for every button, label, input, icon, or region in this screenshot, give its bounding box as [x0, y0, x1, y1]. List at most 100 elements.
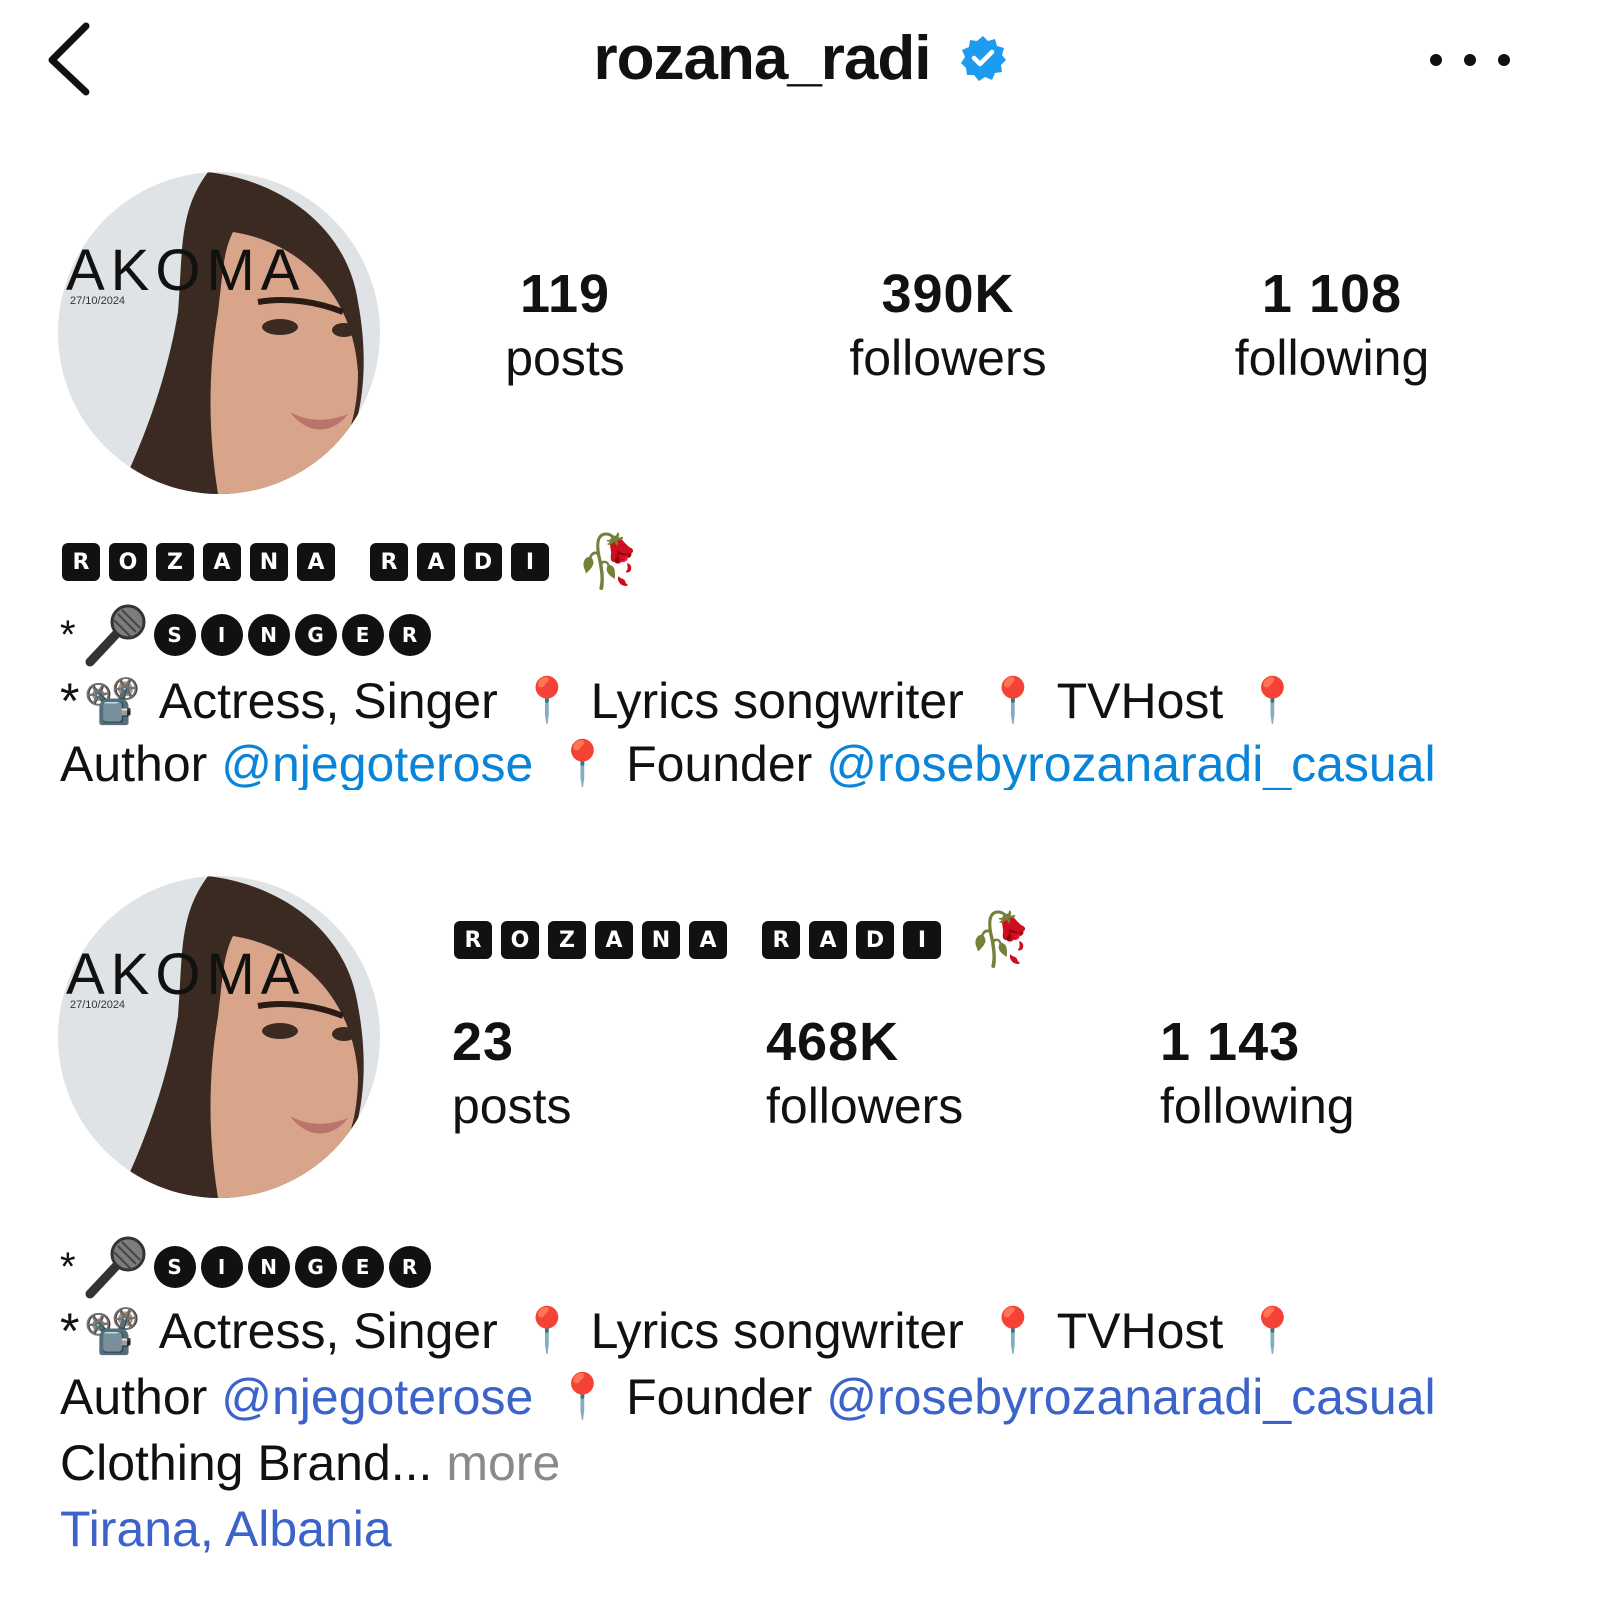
pin-icon: 📍 [555, 739, 611, 788]
bio-author: Author [60, 738, 208, 790]
following-count: 1 108 [1261, 264, 1403, 324]
followers-count: 390K [881, 264, 1015, 324]
bio-line-author: Author @njegoterose 📍 Founder @rosebyroz… [60, 738, 1436, 790]
singer-letter-circle: R [388, 1246, 431, 1288]
singer-letter-circle: S [153, 1246, 196, 1288]
avatar[interactable]: AKOMA 27/10/2024 [58, 172, 380, 494]
microphone-icon [85, 1236, 146, 1299]
bio-clothing: Clothing Brand... [60, 1435, 433, 1491]
following-label: following [1160, 1078, 1355, 1134]
bio-tvhost: TVHost [1056, 1303, 1224, 1359]
bio-line-author: Author @njegoterose 📍 Founder @rosebyroz… [60, 1364, 1436, 1430]
name-letter-tile: R [762, 921, 800, 959]
username-title: rozana_radi [593, 23, 931, 93]
avatar[interactable]: AKOMA 27/10/2024 [58, 876, 380, 1198]
pin-icon: 📍 [1245, 676, 1301, 725]
posts-label: posts [452, 1078, 572, 1134]
bio-lyrics: Lyrics songwriter [590, 673, 964, 729]
singer-letter-circle: E [341, 614, 384, 656]
name-letter-tile: D [856, 921, 894, 959]
posts-count: 119 [519, 264, 611, 324]
name-letter-tile: A [809, 921, 847, 959]
bio-star: * [60, 1303, 80, 1359]
pin-icon: 📍 [985, 676, 1041, 725]
bio-roles: Actress, Singer [158, 673, 498, 729]
bio-line-roles: * 📽️ Actress, Singer 📍 Lyrics songwriter… [60, 1298, 1316, 1364]
singer-letter-circle: R [388, 614, 431, 656]
name-letter-tile: D [464, 543, 502, 581]
followers-stat[interactable]: 390K followers [788, 262, 1108, 390]
bio-line-location: Tirana, Albania [60, 1496, 392, 1562]
projector-icon: 📽️ [83, 1305, 141, 1357]
name-letter-tile: R [370, 543, 408, 581]
name-letter-tile: Z [156, 543, 194, 581]
bio-tvhost: TVHost [1056, 673, 1224, 729]
bio-line-roles: * 📽️ Actress, Singer 📍 Lyrics songwriter… [60, 668, 1316, 734]
wilted-rose-icon: 🥀 [576, 533, 641, 591]
singer-letter-circle: I [200, 614, 243, 656]
following-stat[interactable]: 1 143 following [1160, 1010, 1480, 1138]
author-link[interactable]: @njegoterose [221, 738, 533, 790]
singer-letter-circle: I [200, 1246, 243, 1288]
name-letter-tile: A [417, 543, 455, 581]
name-letter-tile: I [511, 543, 549, 581]
singer-letter-circle: S [153, 614, 196, 656]
name-letter-tile: O [109, 543, 147, 581]
following-count: 1 143 [1160, 1012, 1301, 1072]
wilted-rose-icon: 🥀 [968, 911, 1033, 969]
name-letter-tile: A [595, 921, 633, 959]
bio-founder: Founder [626, 738, 813, 790]
followers-label: followers [766, 1078, 964, 1134]
singer-letter-circle: G [294, 614, 337, 656]
bio-line-clothing: Clothing Brand... more [60, 1430, 560, 1496]
display-name: R O Z A N A R A D I 🥀 [62, 536, 641, 588]
bio-lyrics: Lyrics songwriter [590, 1303, 964, 1359]
name-letter-tile: A [689, 921, 727, 959]
singer-letter-circle: N [247, 614, 290, 656]
name-letter-tile: R [62, 543, 100, 581]
following-stat[interactable]: 1 108 following [1172, 262, 1492, 390]
ellipsis-icon [1430, 54, 1442, 66]
pin-icon: 📍 [1245, 1306, 1301, 1355]
name-letter-tile: A [297, 543, 335, 581]
bio-founder: Founder [626, 1369, 813, 1425]
display-name: R O Z A N A R A D I 🥀 [454, 914, 1033, 966]
singer-line: * S I N G E R [60, 600, 436, 670]
posts-stat[interactable]: 23 posts [452, 1010, 772, 1138]
more-options-button[interactable] [1430, 35, 1510, 85]
singer-letter-circle: E [341, 1246, 384, 1288]
posts-count: 23 [452, 1012, 515, 1072]
projector-icon: 📽️ [83, 675, 141, 727]
poster-text: AKOMA [66, 238, 306, 303]
name-letter-tile: Z [548, 921, 586, 959]
bio-roles: Actress, Singer [158, 1303, 498, 1359]
bio-star: * [60, 612, 76, 657]
location-link[interactable]: Tirana, Albania [60, 1496, 392, 1562]
name-letter-tile: O [501, 921, 539, 959]
posts-stat[interactable]: 119 posts [405, 262, 725, 390]
poster-date: 27/10/2024 [70, 295, 125, 307]
singer-letter-circle: N [247, 1246, 290, 1288]
pin-icon: 📍 [555, 1372, 611, 1421]
posts-label: posts [505, 330, 625, 386]
verified-badge-icon [960, 36, 1006, 81]
poster-text: AKOMA [66, 942, 306, 1007]
bio-star: * [60, 673, 80, 729]
microphone-icon [85, 604, 146, 667]
more-button[interactable]: more [446, 1430, 560, 1496]
bio-author: Author [60, 1369, 208, 1425]
ellipsis-dot [1498, 54, 1510, 66]
author-link[interactable]: @njegoterose [221, 1364, 533, 1430]
founder-link[interactable]: @rosebyrozanaradi_casual [826, 738, 1435, 790]
name-letter-tile: I [903, 921, 941, 959]
poster-date: 27/10/2024 [70, 999, 125, 1011]
pin-icon: 📍 [985, 1306, 1041, 1355]
founder-link[interactable]: @rosebyrozanaradi_casual [826, 1364, 1435, 1430]
followers-stat[interactable]: 468K followers [766, 1010, 1086, 1138]
singer-line: * S I N G E R [60, 1232, 436, 1302]
name-letter-tile: A [203, 543, 241, 581]
pin-icon: 📍 [519, 1306, 575, 1355]
bio-star: * [60, 1244, 76, 1289]
ellipsis-dot [1464, 54, 1476, 66]
pin-icon: 📍 [519, 676, 575, 725]
